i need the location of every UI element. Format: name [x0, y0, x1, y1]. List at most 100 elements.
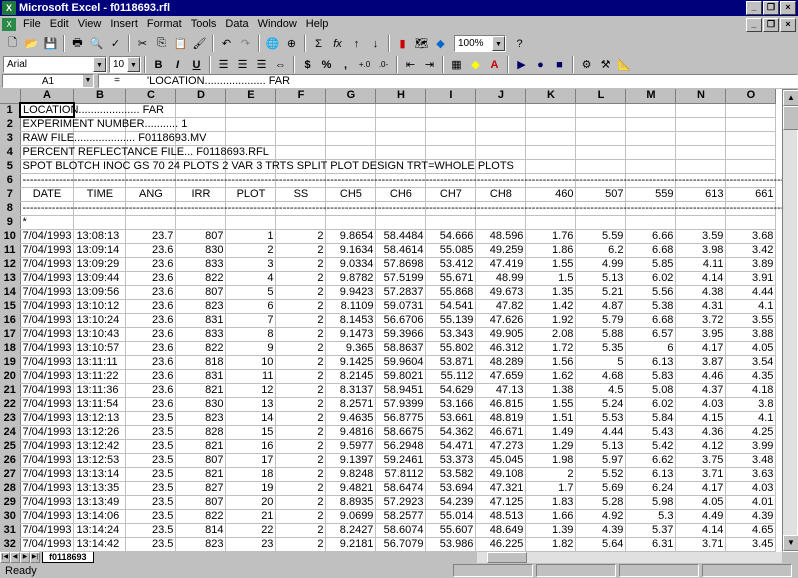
cell[interactable]: 47.626	[475, 313, 527, 328]
cell[interactable]: 5.21	[575, 285, 627, 300]
cell[interactable]: 55.802	[425, 341, 477, 356]
cell[interactable]: 4.92	[575, 509, 627, 524]
cell[interactable]: 23.5	[125, 467, 177, 482]
cell[interactable]: 2	[275, 425, 327, 440]
sort-descending-icon[interactable]: ↓	[366, 35, 385, 53]
cell[interactable]: 6.2	[575, 243, 627, 258]
cell[interactable]: 9.4821	[325, 481, 377, 496]
cell[interactable]: 3.88	[725, 327, 777, 342]
cell[interactable]: 23.5	[125, 439, 177, 454]
cell[interactable]	[425, 215, 477, 230]
cell[interactable]: 7/04/1993	[20, 523, 75, 538]
cell[interactable]	[425, 103, 477, 118]
cell[interactable]: 2	[275, 229, 327, 244]
cell[interactable]: EXPERIMENT NUMBER........... 1	[20, 117, 187, 132]
cell[interactable]: SS	[275, 187, 327, 202]
cell[interactable]: 21	[225, 509, 277, 524]
row-header[interactable]: 21	[0, 383, 21, 398]
row-header[interactable]: 13	[0, 271, 21, 286]
next-sheet-icon[interactable]: ▶	[20, 552, 30, 563]
cell[interactable]: 5.13	[575, 271, 627, 286]
cell[interactable]: 3	[225, 257, 277, 272]
visual-basic-icon[interactable]: ⚙	[577, 56, 596, 74]
row-header[interactable]: 26	[0, 453, 21, 468]
cell[interactable]: 6.13	[625, 355, 677, 370]
underline-button[interactable]: U	[187, 56, 206, 74]
cell[interactable]: 1.82	[525, 537, 577, 552]
cell[interactable]: 53.412	[425, 257, 477, 272]
cell[interactable]: 5.85	[625, 257, 677, 272]
cell[interactable]: 4.03	[675, 397, 727, 412]
cell[interactable]: 59.0731	[375, 299, 427, 314]
cell[interactable]: 58.6474	[375, 481, 427, 496]
cell[interactable]: 7/04/1993	[20, 243, 75, 258]
cell[interactable]: 23.6	[125, 383, 177, 398]
menu-view[interactable]: View	[75, 16, 108, 33]
cell[interactable]: 5.59	[575, 229, 627, 244]
cell[interactable]: 23.6	[125, 397, 177, 412]
menu-help[interactable]: Help	[303, 16, 335, 33]
cell[interactable]: 23.6	[125, 285, 177, 300]
sheet-tab[interactable]: f0118693	[42, 552, 94, 563]
row-header[interactable]: 17	[0, 327, 21, 342]
cell[interactable]	[625, 159, 677, 174]
zoom-select[interactable]: 100% ▼	[454, 35, 506, 52]
cell[interactable]: 47.82	[475, 299, 527, 314]
cell[interactable]: 59.9604	[375, 355, 427, 370]
restore-button[interactable]: ❐	[763, 1, 779, 15]
row-header[interactable]: 4	[0, 145, 21, 160]
percent-button[interactable]: %	[317, 56, 336, 74]
column-header[interactable]: G	[325, 89, 377, 104]
cell[interactable]: 4.14	[675, 523, 727, 538]
cell[interactable]: 57.2923	[375, 495, 427, 510]
cell[interactable]: 460	[525, 187, 577, 202]
cell[interactable]: 47.273	[475, 439, 527, 454]
chevron-down-icon[interactable]: ▼	[93, 57, 106, 72]
row-header[interactable]: 2	[0, 117, 21, 132]
cell[interactable]: 3.42	[725, 243, 777, 258]
cell[interactable]: 8.2145	[325, 369, 377, 384]
cell[interactable]	[525, 159, 577, 174]
cell[interactable]: 818	[175, 355, 227, 370]
cell[interactable]: 6.68	[625, 243, 677, 258]
cell[interactable]: 5.24	[575, 397, 627, 412]
tools-icon[interactable]: ⚒	[596, 56, 615, 74]
cell[interactable]: 7/04/1993	[20, 439, 75, 454]
cell[interactable]: 3.91	[725, 271, 777, 286]
cell[interactable]: 53.343	[425, 327, 477, 342]
cell[interactable]: 831	[175, 313, 227, 328]
cell[interactable]	[725, 145, 777, 160]
cell[interactable]: 54.666	[425, 229, 477, 244]
cell[interactable]	[575, 117, 627, 132]
cell[interactable]: 7/04/1993	[20, 495, 75, 510]
row-header[interactable]: 8	[0, 201, 21, 216]
cell[interactable]: RAW FILE.................... F0118693.MV	[20, 131, 207, 146]
menu-edit[interactable]: Edit	[47, 16, 75, 33]
cell[interactable]	[475, 117, 527, 132]
cell[interactable]: 4.12	[675, 439, 727, 454]
cell[interactable]	[675, 131, 727, 146]
cell[interactable]: 23.6	[125, 369, 177, 384]
new-icon[interactable]: 🗋	[3, 35, 22, 53]
cell[interactable]: 54.362	[425, 425, 477, 440]
column-header[interactable]: L	[575, 89, 627, 104]
cell[interactable]: 6.68	[625, 313, 677, 328]
column-header[interactable]: B	[73, 89, 127, 104]
row-header[interactable]: 24	[0, 425, 21, 440]
cell[interactable]: *	[20, 215, 75, 230]
italic-button[interactable]: I	[168, 56, 187, 74]
cell[interactable]: 48.819	[475, 411, 527, 426]
cell[interactable]: 6.13	[625, 467, 677, 482]
cell[interactable]: 53.661	[425, 411, 477, 426]
cell[interactable]: 49.673	[475, 285, 527, 300]
cell[interactable]	[325, 131, 377, 146]
cell[interactable]: 23.5	[125, 523, 177, 538]
cell[interactable]	[525, 215, 577, 230]
cell[interactable]: 13:09:44	[73, 271, 127, 286]
cell[interactable]: 7/04/1993	[20, 383, 75, 398]
cell[interactable]: 9.4635	[325, 411, 377, 426]
cell[interactable]: 9.1634	[325, 243, 377, 258]
cell[interactable]: 5.37	[625, 523, 677, 538]
cell[interactable]: 7/04/1993	[20, 397, 75, 412]
cell[interactable]: 1.49	[525, 425, 577, 440]
